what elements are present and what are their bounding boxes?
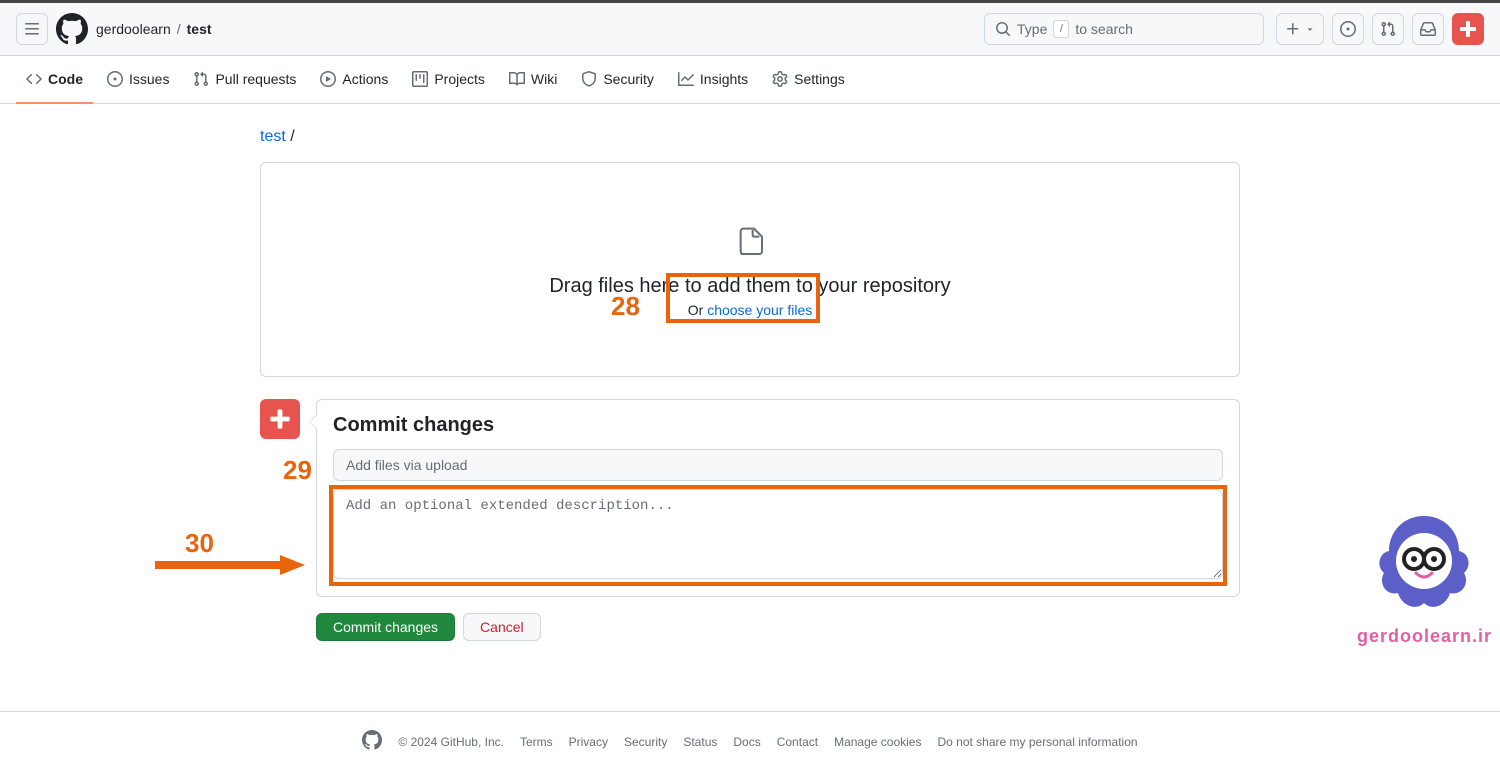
path-root-link[interactable]: test [260,128,286,145]
main-content: test / Drag files here to add them to yo… [260,104,1240,681]
tab-wiki-label: Wiki [531,71,557,87]
tab-projects[interactable]: Projects [402,56,495,104]
create-new-dropdown[interactable] [1276,13,1324,45]
notifications-button[interactable] [1412,13,1444,45]
tab-insights[interactable]: Insights [668,56,758,104]
breadcrumb-owner[interactable]: gerdoolearn [96,21,171,37]
repo-nav: Code Issues Pull requests Actions Projec… [0,56,1500,104]
dropzone-title: Drag files here to add them to your repo… [549,275,950,298]
footer-terms[interactable]: Terms [520,735,553,749]
watermark: gerdoolearn.ir [1357,511,1492,647]
watermark-text: gerdoolearn.ir [1357,626,1492,647]
commit-heading: Commit changes [333,414,1223,437]
pull-requests-button[interactable] [1372,13,1404,45]
commit-author-avatar [260,399,300,439]
github-mark-icon [362,730,382,753]
tab-issues-label: Issues [129,71,169,87]
global-search-input[interactable]: Type / to search [984,13,1264,45]
breadcrumb-repo[interactable]: test [187,21,212,37]
search-icon [995,21,1011,37]
commit-summary-input[interactable] [333,449,1223,481]
footer-security[interactable]: Security [624,735,667,749]
tab-actions-label: Actions [342,71,388,87]
path-breadcrumb: test / [260,128,1240,146]
tab-issues[interactable]: Issues [97,56,179,104]
tab-code-label: Code [48,71,83,87]
file-dropzone[interactable]: Drag files here to add them to your repo… [260,162,1240,377]
breadcrumb-separator: / [177,21,181,37]
footer-contact[interactable]: Contact [777,735,818,749]
footer-status[interactable]: Status [683,735,717,749]
site-footer: © 2024 GitHub, Inc. Terms Privacy Securi… [0,711,1500,771]
tab-security[interactable]: Security [571,56,664,104]
tab-projects-label: Projects [434,71,485,87]
commit-description-textarea[interactable] [333,489,1223,579]
github-logo-icon[interactable] [56,13,88,45]
tab-insights-label: Insights [700,71,748,87]
footer-no-share[interactable]: Do not share my personal information [937,735,1137,749]
commit-changes-button[interactable]: Commit changes [316,613,455,641]
annotation-label-30: 30 [185,528,214,559]
plus-icon [1285,21,1301,37]
caret-down-icon [1305,24,1315,34]
footer-copyright: © 2024 GitHub, Inc. [398,735,504,749]
watermark-logo-icon [1364,511,1484,621]
search-kbd-hint: / [1053,20,1069,38]
commit-actions: Commit changes Cancel [316,613,1240,641]
choose-files-link[interactable]: choose your files [707,302,812,318]
global-header: gerdoolearn / test Type / to search [0,0,1500,56]
tab-code[interactable]: Code [16,56,93,104]
footer-privacy[interactable]: Privacy [569,735,608,749]
tab-settings-label: Settings [794,71,845,87]
user-avatar[interactable] [1452,13,1484,45]
tab-wiki[interactable]: Wiki [499,56,567,104]
top-actions [1276,13,1484,45]
footer-cookies[interactable]: Manage cookies [834,735,921,749]
tab-pull-requests[interactable]: Pull requests [183,56,306,104]
tab-settings[interactable]: Settings [762,56,855,104]
path-separator: / [290,128,294,145]
dropzone-subtitle: Or choose your files [688,302,813,318]
hamburger-menu-button[interactable] [16,13,48,45]
issues-inbox-button[interactable] [1332,13,1364,45]
tab-actions[interactable]: Actions [310,56,398,104]
cancel-button[interactable]: Cancel [463,613,541,641]
footer-docs[interactable]: Docs [733,735,760,749]
commit-form: Commit changes [316,399,1240,597]
tab-pr-label: Pull requests [215,71,296,87]
repo-breadcrumb: gerdoolearn / test [96,21,212,37]
tab-security-label: Security [603,71,654,87]
file-icon [734,222,766,265]
